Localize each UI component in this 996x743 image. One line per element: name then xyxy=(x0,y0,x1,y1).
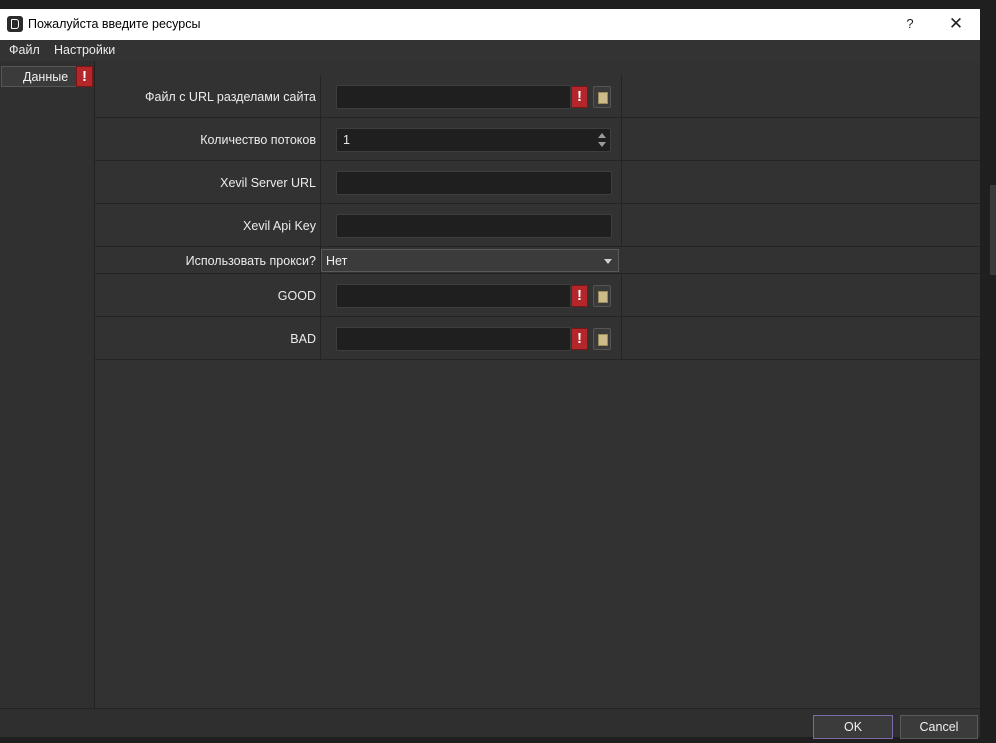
background-scrollbar xyxy=(990,185,996,275)
sidebar-tab-data[interactable]: Данные ! xyxy=(1,66,93,87)
column-divider xyxy=(320,75,321,117)
form-row-xevil-key: Xevil Api Key xyxy=(95,204,980,247)
column-divider xyxy=(621,118,622,160)
form-row-xevil-url: Xevil Server URL xyxy=(95,161,980,204)
chevron-down-icon xyxy=(604,259,612,264)
column-divider xyxy=(621,75,622,117)
close-button[interactable]: ✕ xyxy=(940,13,972,35)
column-divider xyxy=(320,317,321,359)
sidebar: Данные ! xyxy=(0,61,95,708)
app-logo-icon xyxy=(7,16,23,32)
column-divider xyxy=(320,204,321,246)
threads-value: 1 xyxy=(343,133,350,147)
menu-bar: Файл Настройки xyxy=(0,40,980,61)
dialog-window: Пожалуйста введите ресурсы ? ✕ Файл Наст… xyxy=(0,9,980,739)
field-label: BAD xyxy=(290,332,316,346)
browse-file-button[interactable] xyxy=(593,285,611,307)
form-row-url-file: Файл с URL разделами сайта ! xyxy=(95,75,980,118)
form-row-bad: BAD ! xyxy=(95,317,980,360)
column-divider xyxy=(320,118,321,160)
cancel-button[interactable]: Cancel xyxy=(900,715,978,739)
bad-file-input[interactable] xyxy=(336,327,571,351)
warning-icon: ! xyxy=(571,285,588,307)
menu-settings[interactable]: Настройки xyxy=(54,43,115,57)
column-divider xyxy=(320,274,321,316)
field-label: Использовать прокси? xyxy=(185,254,316,268)
browse-file-button[interactable] xyxy=(593,86,611,108)
window-title: Пожалуйста введите ресурсы xyxy=(28,17,201,31)
spin-buttons[interactable] xyxy=(596,130,608,150)
warning-icon: ! xyxy=(76,66,93,87)
xevil-server-url-input[interactable] xyxy=(336,171,612,195)
column-divider xyxy=(621,161,622,203)
browse-file-button[interactable] xyxy=(593,328,611,350)
spin-down-icon[interactable] xyxy=(598,142,606,147)
xevil-api-key-input[interactable] xyxy=(336,214,612,238)
title-bar: Пожалуйста введите ресурсы ? ✕ xyxy=(0,9,980,40)
use-proxy-select[interactable]: Нет xyxy=(321,249,619,272)
column-divider xyxy=(621,274,622,316)
use-proxy-value: Нет xyxy=(326,254,348,268)
form-row-proxy: Использовать прокси? Нет xyxy=(95,247,980,274)
ok-button[interactable]: OK xyxy=(813,715,893,739)
spin-up-icon[interactable] xyxy=(598,133,606,138)
threads-spinbox[interactable]: 1 xyxy=(336,128,611,152)
help-button[interactable]: ? xyxy=(898,14,922,34)
sidebar-tab-label: Данные xyxy=(23,70,69,84)
field-label: Xevil Api Key xyxy=(243,219,316,233)
good-file-input[interactable] xyxy=(336,284,571,308)
warning-icon: ! xyxy=(571,328,588,350)
warning-icon: ! xyxy=(571,86,588,108)
dialog-footer: OK Cancel xyxy=(0,708,980,739)
column-divider xyxy=(621,317,622,359)
form-row-threads: Количество потоков 1 xyxy=(95,118,980,161)
form-row-good: GOOD ! xyxy=(95,274,980,317)
url-file-input[interactable] xyxy=(336,85,571,109)
field-label: Количество потоков xyxy=(200,133,316,147)
field-label: Xevil Server URL xyxy=(220,176,316,190)
field-label: GOOD xyxy=(277,289,316,303)
menu-file[interactable]: Файл xyxy=(9,43,40,57)
field-label: Файл с URL разделами сайта xyxy=(144,90,316,104)
column-divider xyxy=(621,204,622,246)
column-divider xyxy=(320,161,321,203)
resource-form: Файл с URL разделами сайта ! Количество … xyxy=(95,61,980,708)
